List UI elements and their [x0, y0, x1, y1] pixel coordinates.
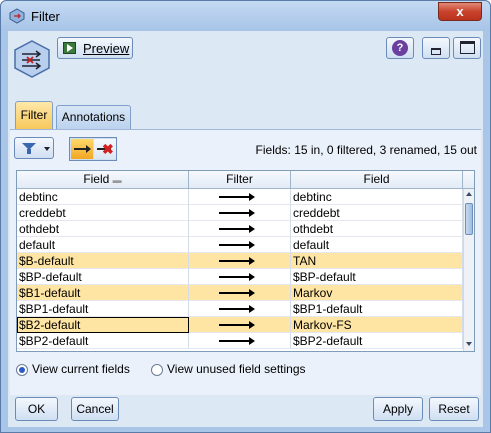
output-field-cell[interactable]: creddebt	[291, 205, 463, 221]
output-field-cell[interactable]: othdebt	[291, 221, 463, 237]
pass-arrow-icon	[219, 289, 255, 297]
close-icon: x	[456, 4, 464, 19]
input-field-cell[interactable]: $BP1-default	[17, 301, 189, 317]
output-field-cell[interactable]: default	[291, 237, 463, 253]
pass-arrow-icon	[219, 305, 255, 313]
preview-label: Preview	[83, 41, 130, 56]
input-field-cell[interactable]: creddebt	[17, 205, 189, 221]
fields-table: Field ▬ Filter Field debtinc debtinc credd…	[16, 170, 475, 352]
filter-toggle-cell[interactable]	[189, 317, 291, 333]
table-row[interactable]: $BP2-default $BP2-default	[17, 333, 463, 349]
filter-toggle-cell[interactable]	[189, 285, 291, 301]
filter-panel: ✖ Fields: 15 in, 0 filtered, 3 renamed, …	[10, 129, 481, 395]
scroll-up-icon[interactable]	[466, 192, 472, 196]
input-field-cell[interactable]: default	[17, 237, 189, 253]
pass-arrow-icon	[219, 257, 255, 265]
input-field-cell[interactable]: $B-default	[17, 253, 189, 269]
app-icon	[9, 8, 25, 24]
minimize-button[interactable]	[422, 37, 450, 59]
table-row[interactable]: $BP-default $BP-default	[17, 269, 463, 285]
table-row[interactable]: $B-default TAN	[17, 253, 463, 269]
vertical-scrollbar[interactable]	[463, 189, 474, 351]
chevron-down-icon	[44, 147, 50, 151]
filter-toggle-cell[interactable]	[189, 301, 291, 317]
table-row[interactable]: $B1-default Markov	[17, 285, 463, 301]
column-header-output-field[interactable]: Field	[291, 171, 463, 189]
dialog-content: Preview ? Filter Annotations ✖ Fields: 1…	[8, 31, 483, 427]
help-button[interactable]: ?	[386, 37, 414, 59]
input-field-cell[interactable]: $B1-default	[17, 285, 189, 301]
filter-dialog: Filter x Preview ? Filter Annotations ✖ …	[0, 0, 491, 433]
sort-icon: ▬	[112, 175, 122, 185]
view-current-radio[interactable]	[16, 364, 28, 376]
close-button[interactable]: x	[438, 2, 482, 21]
filter-options-button[interactable]	[14, 137, 54, 159]
output-field-cell[interactable]: Markov-FS	[291, 317, 463, 333]
filter-toggle-cell[interactable]	[189, 237, 291, 253]
output-field-cell[interactable]: Markov	[291, 285, 463, 301]
maximize-button[interactable]	[453, 37, 481, 59]
input-field-cell[interactable]: othdebt	[17, 221, 189, 237]
filter-toggle-cell[interactable]	[189, 205, 291, 221]
output-field-cell[interactable]: TAN	[291, 253, 463, 269]
help-icon: ?	[392, 40, 408, 56]
scrollbar-thumb[interactable]	[465, 203, 473, 235]
input-field-cell[interactable]: $BP2-default	[17, 333, 189, 349]
arrow-right-icon	[74, 145, 91, 153]
title-bar: Filter x	[1, 1, 490, 31]
table-row[interactable]: $BP1-default $BP1-default	[17, 301, 463, 317]
table-row[interactable]: $B2-default Markov-FS	[17, 317, 463, 333]
output-field-cell[interactable]: debtinc	[291, 189, 463, 205]
table-row[interactable]: creddebt creddebt	[17, 205, 463, 221]
window-title: Filter	[31, 9, 60, 24]
table-row[interactable]: default default	[17, 237, 463, 253]
apply-button[interactable]: Apply	[373, 397, 423, 421]
include-mode-button[interactable]	[71, 139, 93, 159]
pass-arrow-icon	[219, 241, 255, 249]
output-field-cell[interactable]: $BP-default	[291, 269, 463, 285]
ok-button[interactable]: OK	[15, 397, 58, 421]
pass-arrow-icon	[219, 321, 255, 329]
preview-button[interactable]: Preview	[57, 37, 133, 59]
scroll-down-icon[interactable]	[466, 342, 472, 346]
output-field-cell[interactable]: $BP2-default	[291, 333, 463, 349]
exclude-mode-button[interactable]: ✖	[94, 139, 116, 159]
pass-arrow-icon	[219, 225, 255, 233]
filter-mode-toggle: ✖	[69, 137, 117, 161]
cancel-button[interactable]: Cancel	[71, 397, 119, 421]
input-field-cell[interactable]: $BP-default	[17, 269, 189, 285]
view-unused-label: View unused field settings	[167, 362, 306, 376]
fields-summary: Fields: 15 in, 0 filtered, 3 renamed, 15…	[255, 143, 477, 157]
filter-toggle-cell[interactable]	[189, 269, 291, 285]
column-header-input-field[interactable]: Field ▬	[17, 171, 189, 189]
tab-filter[interactable]: Filter	[15, 101, 53, 129]
pass-arrow-icon	[219, 193, 255, 201]
column-header-filter[interactable]: Filter	[189, 171, 291, 189]
pass-arrow-icon	[219, 337, 255, 345]
pass-arrow-icon	[219, 273, 255, 281]
view-unused-radio[interactable]	[151, 364, 163, 376]
tab-annotations[interactable]: Annotations	[56, 105, 131, 129]
red-x-icon: ✖	[102, 141, 114, 157]
input-field-cell[interactable]: debtinc	[17, 189, 189, 205]
view-current-label: View current fields	[32, 362, 130, 376]
table-row[interactable]: debtinc debtinc	[17, 189, 463, 205]
filter-toggle-cell[interactable]	[189, 221, 291, 237]
filter-toggle-cell[interactable]	[189, 189, 291, 205]
preview-icon	[63, 42, 76, 54]
pass-arrow-icon	[219, 209, 255, 217]
table-row[interactable]: othdebt othdebt	[17, 221, 463, 237]
filter-toggle-cell[interactable]	[189, 333, 291, 349]
filter-node-icon	[14, 40, 50, 78]
reset-button[interactable]: Reset	[429, 397, 479, 421]
filter-toggle-cell[interactable]	[189, 253, 291, 269]
input-field-cell[interactable]: $B2-default	[17, 317, 189, 333]
output-field-cell[interactable]: $BP1-default	[291, 301, 463, 317]
